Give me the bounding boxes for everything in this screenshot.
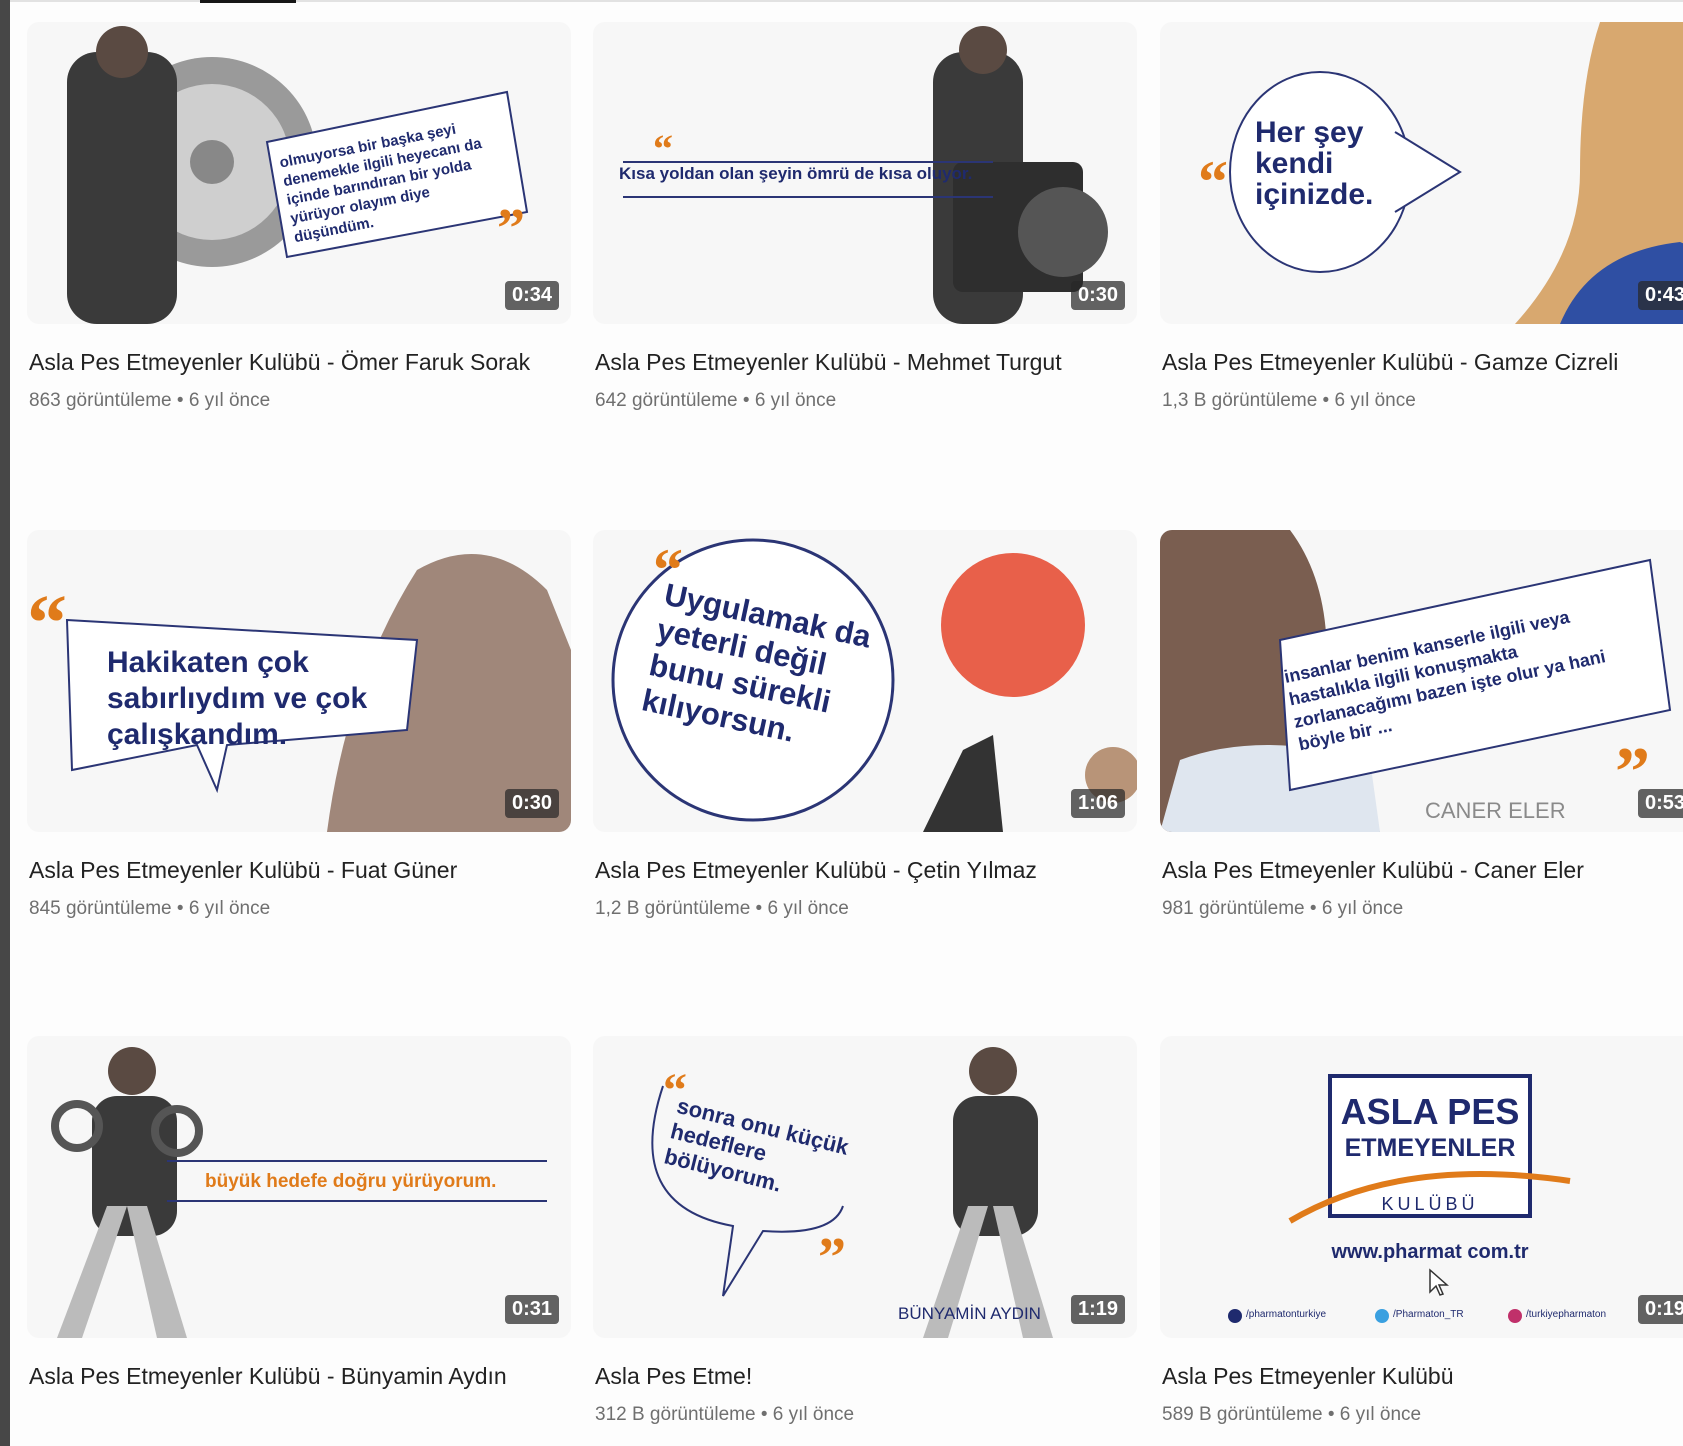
video-title[interactable]: Asla Pes Etmeyenler Kulübü - Gamze Cizre…: [1162, 344, 1683, 380]
video-meta: 981 görüntüleme • 6 yıl önce: [1162, 898, 1683, 920]
video-meta: 1,3 B görüntüleme • 6 yıl önce: [1162, 390, 1683, 412]
video-title[interactable]: Asla Pes Etmeyenler Kulübü - Fuat Güner: [29, 852, 571, 888]
video-title[interactable]: Asla Pes Etme!: [595, 1358, 1137, 1394]
video-meta: 845 görüntüleme • 6 yıl önce: [29, 898, 571, 920]
logo-line-2: ETMEYENLER: [1344, 1134, 1516, 1162]
duration-badge: 1:06: [1070, 789, 1125, 818]
upload-age: 6 yıl önce: [772, 1404, 855, 1425]
active-tab-indicator: [200, 0, 296, 3]
speaker-caption: CANER ELER: [1425, 798, 1566, 823]
duration-badge: 0:31: [504, 1295, 559, 1324]
meta-separator: •: [176, 898, 184, 919]
video-card[interactable]: ” insanlar benim kanserle ilgili veya ha…: [1160, 530, 1683, 920]
svg-text:“: “: [1198, 149, 1228, 215]
video-thumbnail[interactable]: “ Hakikaten çok sabırlıydım ve çok çalış…: [27, 530, 571, 832]
meta-separator: •: [742, 390, 750, 411]
upload-age: 6 yıl önce: [188, 390, 271, 411]
quote-text: Kısa yoldan olan şeyin ömrü de kısa oluy…: [619, 164, 973, 183]
thumbnail-art: [1228, 1074, 1571, 1323]
meta-separator: •: [1327, 1404, 1335, 1425]
video-meta: 642 görüntüleme • 6 yıl önce: [595, 390, 1137, 412]
website-url: www.pharmat com.tr: [1331, 1241, 1529, 1263]
video-card[interactable]: ” olmuyorsa bir başka şeyi denemekle ilg…: [27, 22, 571, 412]
svg-text:”: ”: [818, 1227, 846, 1289]
upload-age: 6 yıl önce: [767, 898, 849, 919]
video-title[interactable]: Asla Pes Etmeyenler Kulübü - Mehmet Turg…: [595, 344, 1137, 380]
view-count: 981 görüntüleme: [1162, 898, 1305, 919]
view-count: 1,2 B görüntüleme: [595, 898, 751, 919]
tab-underline-bar: [10, 0, 1683, 3]
video-card[interactable]: “ ” sonra onu küçük hedeflere bölüyorum.…: [593, 1036, 1137, 1426]
video-meta: 863 görüntüleme • 6 yıl önce: [29, 390, 571, 412]
left-scrollbar-edge: [0, 0, 10, 1446]
meta-separator: •: [176, 390, 184, 411]
duration-badge: 0:43: [1637, 281, 1683, 310]
video-title[interactable]: Asla Pes Etmeyenler Kulübü: [1162, 1358, 1683, 1394]
meta-separator: •: [755, 898, 763, 919]
thumbnail-art: “: [1198, 22, 1683, 324]
view-count: 642 görüntüleme: [595, 390, 738, 411]
video-thumbnail[interactable]: “ ” sonra onu küçük hedeflere bölüyorum.…: [593, 1036, 1137, 1338]
meta-separator: •: [1322, 390, 1330, 411]
video-card[interactable]: “ Uygulamak da yeterli değil bunu sürekl…: [593, 530, 1137, 920]
logo-line-3: KULÜBÜ: [1381, 1194, 1479, 1214]
video-thumbnail[interactable]: ” olmuyorsa bir başka şeyi denemekle ilg…: [27, 22, 571, 324]
duration-badge: 0:53: [1637, 789, 1683, 818]
meta-separator: •: [1309, 898, 1317, 919]
upload-age: 6 yıl önce: [188, 898, 271, 919]
quote-text: Hakikaten çok sabırlıydım ve çok çalışka…: [107, 646, 368, 751]
video-thumbnail[interactable]: büyük hedefe doğru yürüyorum. 0:31: [27, 1036, 571, 1338]
video-title[interactable]: Asla Pes Etmeyenler Kulübü - Ömer Faruk …: [29, 344, 571, 380]
video-title[interactable]: Asla Pes Etmeyenler Kulübü - Caner Eler: [1162, 852, 1683, 888]
upload-age: 6 yıl önce: [1339, 1404, 1422, 1425]
upload-age: 6 yıl önce: [1334, 390, 1416, 411]
social-facebook: /pharmatonturkiye: [1246, 1309, 1327, 1320]
video-title[interactable]: Asla Pes Etmeyenler Kulübü - Bünyamin Ay…: [29, 1358, 571, 1394]
duration-badge: 0:19: [1637, 1295, 1683, 1324]
mouse-cursor-icon: [1429, 1268, 1449, 1296]
video-card[interactable]: “ Kısa yoldan olan şeyin ömrü de kısa ol…: [593, 22, 1137, 412]
video-thumbnail[interactable]: “ Kısa yoldan olan şeyin ömrü de kısa ol…: [593, 22, 1137, 324]
logo-line-1: ASLA PES: [1340, 1091, 1520, 1132]
thumbnail-art: “ ”: [651, 1047, 1053, 1338]
svg-text:“: “: [27, 580, 67, 668]
video-meta: 1,2 B görüntüleme • 6 yıl önce: [595, 898, 1137, 920]
quote-text: büyük hedefe doğru yürüyorum.: [205, 1171, 497, 1192]
social-twitter: /Pharmaton_TR: [1393, 1309, 1464, 1320]
view-count: 863 görüntüleme: [29, 390, 172, 411]
video-card[interactable]: ASLA PES ETMEYENLER KULÜBÜ www.pharmat c…: [1160, 1036, 1683, 1426]
video-card[interactable]: büyük hedefe doğru yürüyorum. 0:31 Asla …: [27, 1036, 571, 1404]
video-meta: 589 B görüntüleme • 6 yıl önce: [1162, 1404, 1683, 1426]
video-card[interactable]: “ Hakikaten çok sabırlıydım ve çok çalış…: [27, 530, 571, 920]
upload-age: 6 yıl önce: [1321, 898, 1404, 919]
view-count: 312 B görüntüleme: [595, 1404, 756, 1425]
video-meta: 312 B görüntüleme • 6 yıl önce: [595, 1404, 1137, 1426]
duration-badge: 1:19: [1070, 1295, 1125, 1324]
video-thumbnail[interactable]: ASLA PES ETMEYENLER KULÜBÜ www.pharmat c…: [1160, 1036, 1683, 1338]
meta-separator: •: [760, 1404, 768, 1425]
view-count: 589 B görüntüleme: [1162, 1404, 1323, 1425]
video-thumbnail[interactable]: ” insanlar benim kanserle ilgili veya ha…: [1160, 530, 1683, 832]
video-thumbnail[interactable]: “ Her şey kendi içinizde. 0:43: [1160, 22, 1683, 324]
upload-age: 6 yıl önce: [754, 390, 837, 411]
view-count: 1,3 B görüntüleme: [1162, 390, 1318, 411]
video-thumbnail[interactable]: “ Uygulamak da yeterli değil bunu sürekl…: [593, 530, 1137, 832]
view-count: 845 görüntüleme: [29, 898, 172, 919]
speaker-caption: BÜNYAMİN AYDIN: [898, 1304, 1041, 1323]
video-title[interactable]: Asla Pes Etmeyenler Kulübü - Çetin Yılma…: [595, 852, 1137, 888]
svg-text:”: ”: [497, 198, 525, 260]
duration-badge: 0:34: [504, 281, 559, 310]
duration-badge: 0:30: [1070, 281, 1125, 310]
quote-text: Her şey kendi içinizde.: [1255, 116, 1374, 211]
video-card[interactable]: “ Her şey kendi içinizde. 0:43 Asla Pes …: [1160, 22, 1683, 412]
duration-badge: 0:30: [504, 789, 559, 818]
social-instagram: /turkiyepharmaton: [1526, 1309, 1607, 1320]
